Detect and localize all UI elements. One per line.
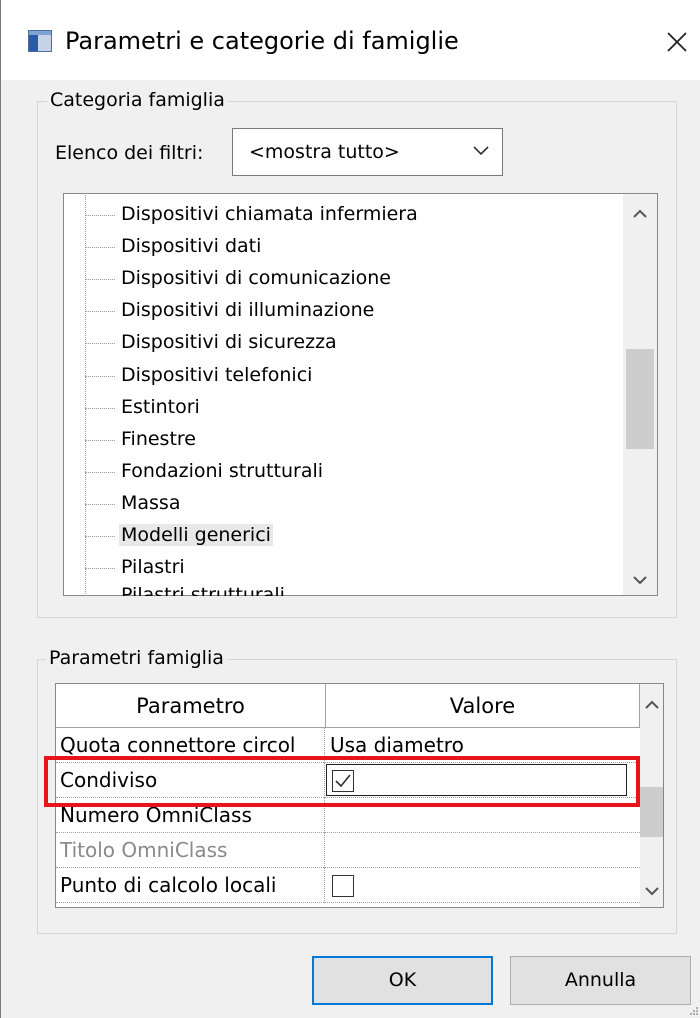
tree-item-label: Fondazioni strutturali — [121, 460, 324, 482]
parameter-value[interactable]: Usa diametro — [330, 733, 464, 757]
tree-item[interactable]: Dispositivi di comunicazione — [85, 263, 625, 295]
resize-grip-icon[interactable] — [689, 1006, 699, 1016]
tree-item[interactable]: Fondazioni strutturali — [85, 456, 625, 488]
scroll-down-icon[interactable] — [623, 566, 657, 596]
tree-item-label: Massa — [121, 492, 181, 514]
tree-item-label: Dispositivi telefonici — [121, 364, 313, 386]
tree-item-label: Pilastri strutturali — [121, 584, 285, 596]
tree-item[interactable]: Massa — [85, 488, 625, 520]
cancel-button[interactable]: Annulla — [510, 956, 691, 1005]
tree-item-label: Pilastri — [121, 556, 185, 578]
filter-list-value: <mostra tutto> — [249, 141, 400, 163]
scroll-down-icon[interactable] — [640, 876, 664, 906]
tree-item[interactable]: Dispositivi telefonici — [85, 360, 625, 392]
family-parameters-legend: Parametri famiglia — [46, 647, 227, 669]
family-categories-dialog: Parametri e categorie di famiglie Catego… — [0, 0, 700, 1018]
tree-item[interactable]: Dispositivi chiamata infermiera — [85, 199, 625, 231]
tree-item-label: Dispositivi chiamata infermiera — [121, 203, 418, 225]
title-bar: Parametri e categorie di famiglie — [1, 0, 700, 80]
parameter-name: Quota connettore circol — [60, 733, 296, 757]
grid-scrollbar-thumb[interactable] — [640, 787, 663, 837]
ok-button[interactable]: OK — [312, 956, 493, 1005]
tree-item[interactable]: Pilastri strutturali — [85, 580, 625, 596]
filter-list-label: Elenco dei filtri: — [55, 142, 204, 164]
tree-item-label: Dispositivi di comunicazione — [121, 267, 391, 289]
chevron-down-icon — [473, 146, 489, 156]
dialog-icon — [28, 30, 52, 52]
highlight-annotation — [44, 756, 640, 807]
table-row[interactable]: Punto di calcolo locali — [56, 868, 640, 903]
scroll-up-icon[interactable] — [623, 198, 657, 228]
column-header-parameter[interactable]: Parametro — [56, 684, 326, 728]
column-header-value[interactable]: Valore — [326, 684, 640, 728]
tree-item-label: Finestre — [121, 428, 196, 450]
tree-item[interactable]: Dispositivi di sicurezza — [85, 327, 625, 359]
parameter-name: Titolo OmniClass — [60, 838, 228, 862]
tree-item-label: Dispositivi di sicurezza — [121, 331, 337, 353]
close-button[interactable] — [659, 22, 695, 62]
room-calculation-point-checkbox[interactable] — [332, 875, 354, 897]
tree-item-selected[interactable]: Modelli generici — [85, 520, 625, 552]
tree-item-label: Estintori — [121, 396, 200, 418]
table-row: Titolo OmniClass — [56, 833, 640, 868]
tree-item-label: Dispositivi di illuminazione — [121, 299, 375, 321]
tree-scrollbar-thumb[interactable] — [626, 349, 654, 449]
grid-scrollbar[interactable] — [640, 684, 664, 907]
dialog-title: Parametri e categorie di famiglie — [65, 27, 459, 55]
tree-item-label: Modelli generici — [119, 524, 273, 546]
tree-item-label: Dispositivi dati — [121, 235, 262, 257]
tree-item[interactable]: Finestre — [85, 424, 625, 456]
family-category-legend: Categoria famiglia — [47, 89, 228, 111]
tree-item[interactable]: Dispositivi di illuminazione — [85, 295, 625, 327]
close-icon — [667, 32, 687, 52]
tree-item[interactable]: Estintori — [85, 392, 625, 424]
tree-item[interactable]: Dispositivi dati — [85, 231, 625, 263]
parameter-name: Punto di calcolo locali — [60, 873, 277, 897]
tree-scrollbar[interactable] — [623, 194, 657, 595]
scroll-up-icon[interactable] — [640, 690, 664, 720]
filter-list-dropdown[interactable]: <mostra tutto> — [232, 128, 503, 176]
